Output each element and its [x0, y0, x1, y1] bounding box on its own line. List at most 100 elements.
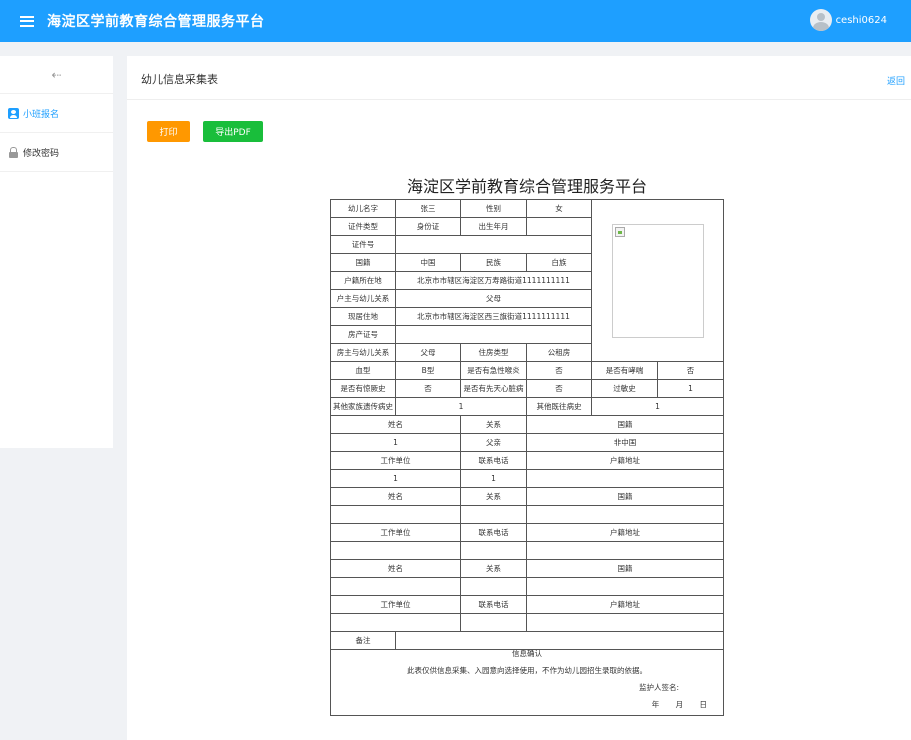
nationality-value: 中国 [395, 253, 461, 272]
family-disease-label: 其他家族遗传病史 [330, 397, 396, 416]
convulsion-value: 否 [395, 379, 461, 398]
broken-image-icon [614, 226, 625, 237]
guardian-nationality-header: 国籍 [526, 487, 724, 506]
child-name-label: 幼儿名字 [330, 199, 396, 218]
top-bar: 海淀区学前教育综合管理服务平台 ceshi0624 [0, 0, 911, 42]
ethnicity-label: 民族 [460, 253, 527, 272]
other-disease-label: 其他既往病史 [526, 397, 592, 416]
asthma-label: 是否有哮喘 [591, 361, 658, 380]
child-name-value: 张三 [395, 199, 461, 218]
birth-value [526, 217, 592, 236]
confirm-text: 此表仅供信息采集、入园意向选择使用，不作为幼儿园招生录取的依据。 [407, 665, 647, 675]
collapse-sidebar-icon[interactable]: ⇠ [0, 56, 113, 94]
guardian-household [526, 469, 724, 488]
owner-relation-label: 房主与幼儿关系 [330, 343, 396, 362]
current-address-value: 北京市市辖区海淀区西三旗街道1111111111 [395, 307, 592, 326]
sidebar-item-class-registration[interactable]: 小班报名 [0, 94, 113, 133]
family-disease-value: 1 [395, 397, 527, 416]
guardian-name-header: 姓名 [330, 487, 461, 506]
convulsion-label: 是否有惊厥史 [330, 379, 396, 398]
blood-type-label: 血型 [330, 361, 396, 380]
heart-disease-label: 是否有先天心脏病 [460, 379, 527, 398]
guardian-work-header: 工作单位 [330, 523, 461, 542]
photo-cell [591, 199, 724, 362]
guardian-name: 1 [330, 433, 461, 452]
guardian-household [526, 613, 724, 632]
user-menu[interactable]: ceshi0624 [809, 9, 887, 31]
guardian-name-header: 姓名 [330, 415, 461, 434]
guardian-household-header: 户籍地址 [526, 595, 724, 614]
gender-label: 性别 [460, 199, 527, 218]
nationality-label: 国籍 [330, 253, 396, 272]
back-link[interactable]: 返回 [887, 74, 905, 87]
id-number-value [395, 235, 592, 254]
username[interactable]: ceshi0624 [836, 15, 887, 26]
sidebar: ⇠ 小班报名 修改密码 [0, 56, 113, 448]
householder-relation-value: 父母 [395, 289, 592, 308]
allergy-value: 1 [657, 379, 724, 398]
gender-value: 女 [526, 199, 592, 218]
id-number-label: 证件号 [330, 235, 396, 254]
guardian-relation-header: 关系 [460, 415, 527, 434]
guardian-phone-header: 联系电话 [460, 451, 527, 470]
owner-relation-value: 父母 [395, 343, 461, 362]
housing-type-label: 住房类型 [460, 343, 527, 362]
property-number-value [395, 325, 592, 344]
signature-date: 年 月 日 [651, 699, 707, 709]
user-icon [8, 107, 19, 119]
guardian-work [330, 541, 461, 560]
guardian-phone [460, 613, 527, 632]
guardian-work-header: 工作单位 [330, 595, 461, 614]
remark-value [395, 631, 724, 650]
guardian-signature: 监护人签名: [638, 682, 679, 692]
id-type-value: 身份证 [395, 217, 461, 236]
household-address-label: 户籍所在地 [330, 271, 396, 290]
main-panel: 幼儿信息采集表 返回 打印 导出PDF 海淀区学前教育综合管理服务平台 幼儿名字… [127, 56, 911, 740]
confirm-title: 信息确认 [512, 649, 542, 658]
hamburger-menu-icon[interactable] [20, 15, 34, 27]
guardian-relation [460, 505, 527, 524]
blood-type-value: B型 [395, 361, 461, 380]
avatar[interactable] [809, 9, 832, 31]
remark-label: 备注 [330, 631, 396, 650]
guardian-phone-header: 联系电话 [460, 595, 527, 614]
page-header: 幼儿信息采集表 返回 [127, 56, 911, 100]
guardian-relation: 父亲 [460, 433, 527, 452]
ethnicity-value: 白族 [526, 253, 592, 272]
acute-laryngitis-value: 否 [526, 361, 592, 380]
asthma-value: 否 [657, 361, 724, 380]
heart-disease-value: 否 [526, 379, 592, 398]
lock-icon [8, 146, 19, 158]
guardian-work [330, 613, 461, 632]
housing-type-value: 公租房 [526, 343, 592, 362]
guardian-household-header: 户籍地址 [526, 451, 724, 470]
form-title: 海淀区学前教育综合管理服务平台 [406, 177, 647, 196]
other-disease-value: 1 [591, 397, 724, 416]
guardian-nationality [526, 577, 724, 596]
guardian-phone [460, 541, 527, 560]
guardian-nationality-header: 国籍 [526, 415, 724, 434]
guardian-household [526, 541, 724, 560]
property-number-label: 房产证号 [330, 325, 396, 344]
guardian-work: 1 [330, 469, 461, 488]
sidebar-item-change-password[interactable]: 修改密码 [0, 133, 113, 172]
sidebar-item-label: 修改密码 [23, 148, 60, 159]
guardian-relation-header: 关系 [460, 559, 527, 578]
guardian-name-header: 姓名 [330, 559, 461, 578]
print-button[interactable]: 打印 [147, 121, 190, 142]
guardian-relation-header: 关系 [460, 487, 527, 506]
guardian-nationality [526, 505, 724, 524]
guardian-nationality: 非中国 [526, 433, 724, 452]
child-info-form: 幼儿名字 张三 性别 女 证件类型 身份证 出生年月 证件号 国籍 中国 民族 … [330, 199, 724, 716]
householder-relation-label: 户主与幼儿关系 [330, 289, 396, 308]
guardian-name [330, 505, 461, 524]
current-address-label: 现居住地 [330, 307, 396, 326]
guardian-name [330, 577, 461, 596]
export-pdf-button[interactable]: 导出PDF [203, 121, 263, 142]
child-photo [611, 223, 704, 338]
household-address-value: 北京市市辖区海淀区万寿路街道1111111111 [395, 271, 592, 290]
app-title: 海淀区学前教育综合管理服务平台 [47, 14, 265, 30]
allergy-label: 过敏史 [591, 379, 658, 398]
guardian-nationality-header: 国籍 [526, 559, 724, 578]
birth-label: 出生年月 [460, 217, 527, 236]
